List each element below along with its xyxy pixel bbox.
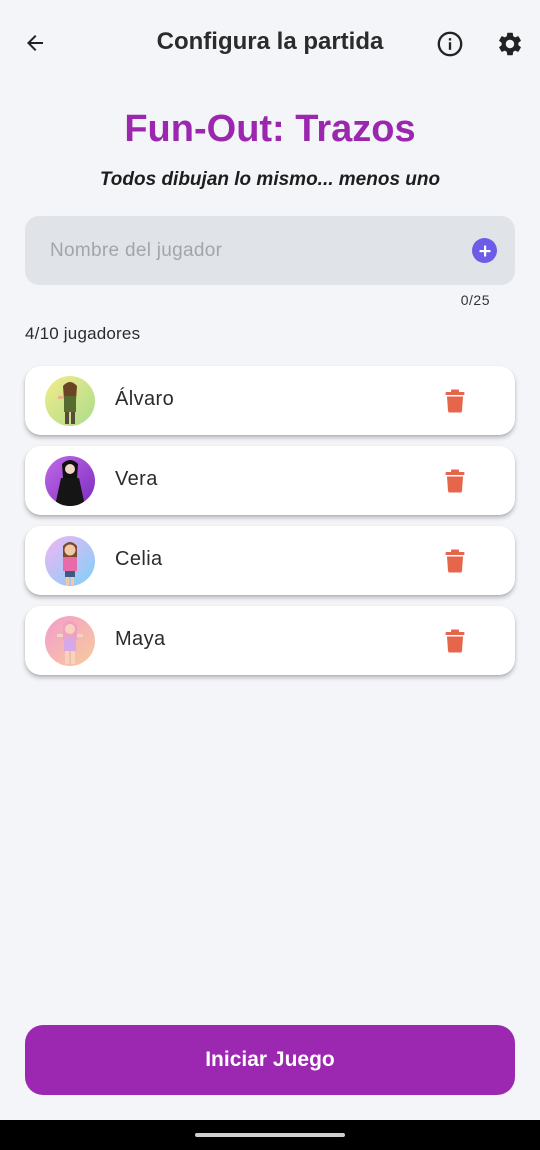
- avatar: [45, 536, 95, 586]
- player-name: Maya: [115, 628, 166, 650]
- game-subtitle: Todos dibujan lo mismo... menos uno: [99, 169, 441, 190]
- delete-player-button[interactable]: [438, 466, 472, 496]
- players-count: 4/10 jugadores: [25, 324, 141, 343]
- player-name: Vera: [115, 468, 158, 490]
- player-name-field: [25, 216, 515, 285]
- player-name: Celia: [115, 548, 163, 570]
- system-nav-bar: [0, 1120, 540, 1150]
- delete-player-button[interactable]: [438, 386, 472, 416]
- avatar: [45, 376, 95, 426]
- trash-icon: [445, 469, 465, 493]
- settings-button[interactable]: [490, 24, 530, 64]
- player-card: Álvaro: [25, 366, 515, 435]
- info-button[interactable]: [430, 24, 470, 64]
- delete-player-button[interactable]: [438, 626, 472, 656]
- start-game-button[interactable]: Iniciar Juego: [25, 1025, 515, 1095]
- player-card: Vera: [25, 446, 515, 515]
- player-card: Maya: [25, 606, 515, 675]
- info-icon: [437, 31, 463, 57]
- add-player-button[interactable]: [472, 238, 497, 263]
- app-bar: Configura la partida: [0, 0, 540, 88]
- trash-icon: [445, 549, 465, 573]
- character-counter: 0/25: [460, 292, 490, 308]
- player-list: Álvaro Vera Celia Maya: [25, 366, 515, 686]
- trash-icon: [445, 629, 465, 653]
- avatar: [45, 616, 95, 666]
- avatar: [45, 456, 95, 506]
- player-card: Celia: [25, 526, 515, 595]
- home-gesture-handle[interactable]: [195, 1133, 345, 1137]
- player-name-input[interactable]: [50, 216, 470, 285]
- delete-player-button[interactable]: [438, 546, 472, 576]
- plus-icon: [479, 245, 490, 256]
- player-name: Álvaro: [115, 388, 175, 410]
- game-title: Fun-Out: Trazos: [124, 108, 416, 150]
- trash-icon: [445, 389, 465, 413]
- gear-icon: [499, 32, 521, 56]
